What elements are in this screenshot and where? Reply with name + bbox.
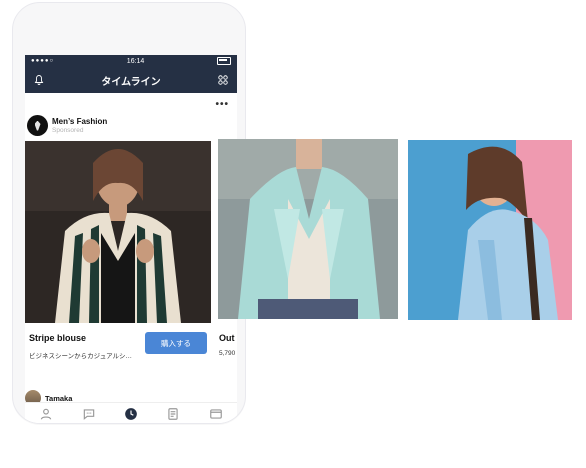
tab-timeline[interactable] — [123, 406, 139, 422]
phone-screen: ●●●●○ 16:14 タイムライン ••• Men’s Fashion Spo… — [25, 55, 237, 423]
signal-indicator: ●●●●○ — [31, 58, 55, 64]
bottom-tabbar — [25, 402, 237, 423]
news-icon — [168, 408, 179, 420]
post-header: Men’s Fashion Sponsored — [27, 115, 107, 136]
carousel-image-3[interactable] — [408, 140, 572, 320]
page-title: タイムライン — [101, 76, 161, 88]
status-time: 16:14 — [126, 57, 145, 65]
carousel-image-1[interactable] — [25, 141, 211, 323]
product-price-2: 5,790 — [219, 350, 236, 357]
buy-button[interactable]: 購入する — [145, 332, 207, 354]
product-title-1[interactable]: Stripe blouse — [29, 333, 86, 343]
bell-icon[interactable] — [33, 74, 45, 86]
product-description-1: ビジネスシーンからカジュアルシ… — [29, 353, 133, 360]
tie-logo-icon — [34, 120, 41, 131]
post-meta: Men’s Fashion Sponsored — [52, 117, 107, 134]
tab-chats[interactable] — [81, 406, 97, 422]
tab-friends[interactable] — [38, 406, 54, 422]
product-title-2[interactable]: Out — [219, 333, 235, 343]
chat-icon — [83, 409, 94, 420]
tab-wallet[interactable] — [208, 406, 224, 422]
wallet-icon — [209, 409, 222, 419]
apps-grid-icon[interactable] — [217, 74, 229, 86]
sponsored-label: Sponsored — [52, 127, 84, 134]
top-navbar: タイムライン — [25, 67, 237, 93]
status-bar: ●●●●○ 16:14 — [25, 55, 237, 67]
carousel-card-info: Stripe blouse ビジネスシーンからカジュアルシ… 購入する Out … — [25, 328, 237, 368]
account-name[interactable]: Men’s Fashion — [52, 117, 107, 126]
carousel-image-2[interactable] — [218, 139, 398, 319]
more-options-button[interactable]: ••• — [215, 99, 229, 110]
clock-icon — [125, 408, 137, 420]
phone-frame: ●●●●○ 16:14 タイムライン ••• Men’s Fashion Spo… — [12, 2, 246, 424]
person-icon — [40, 408, 52, 420]
battery-icon — [217, 57, 231, 65]
tab-news[interactable] — [165, 406, 181, 422]
account-avatar[interactable] — [27, 115, 48, 136]
